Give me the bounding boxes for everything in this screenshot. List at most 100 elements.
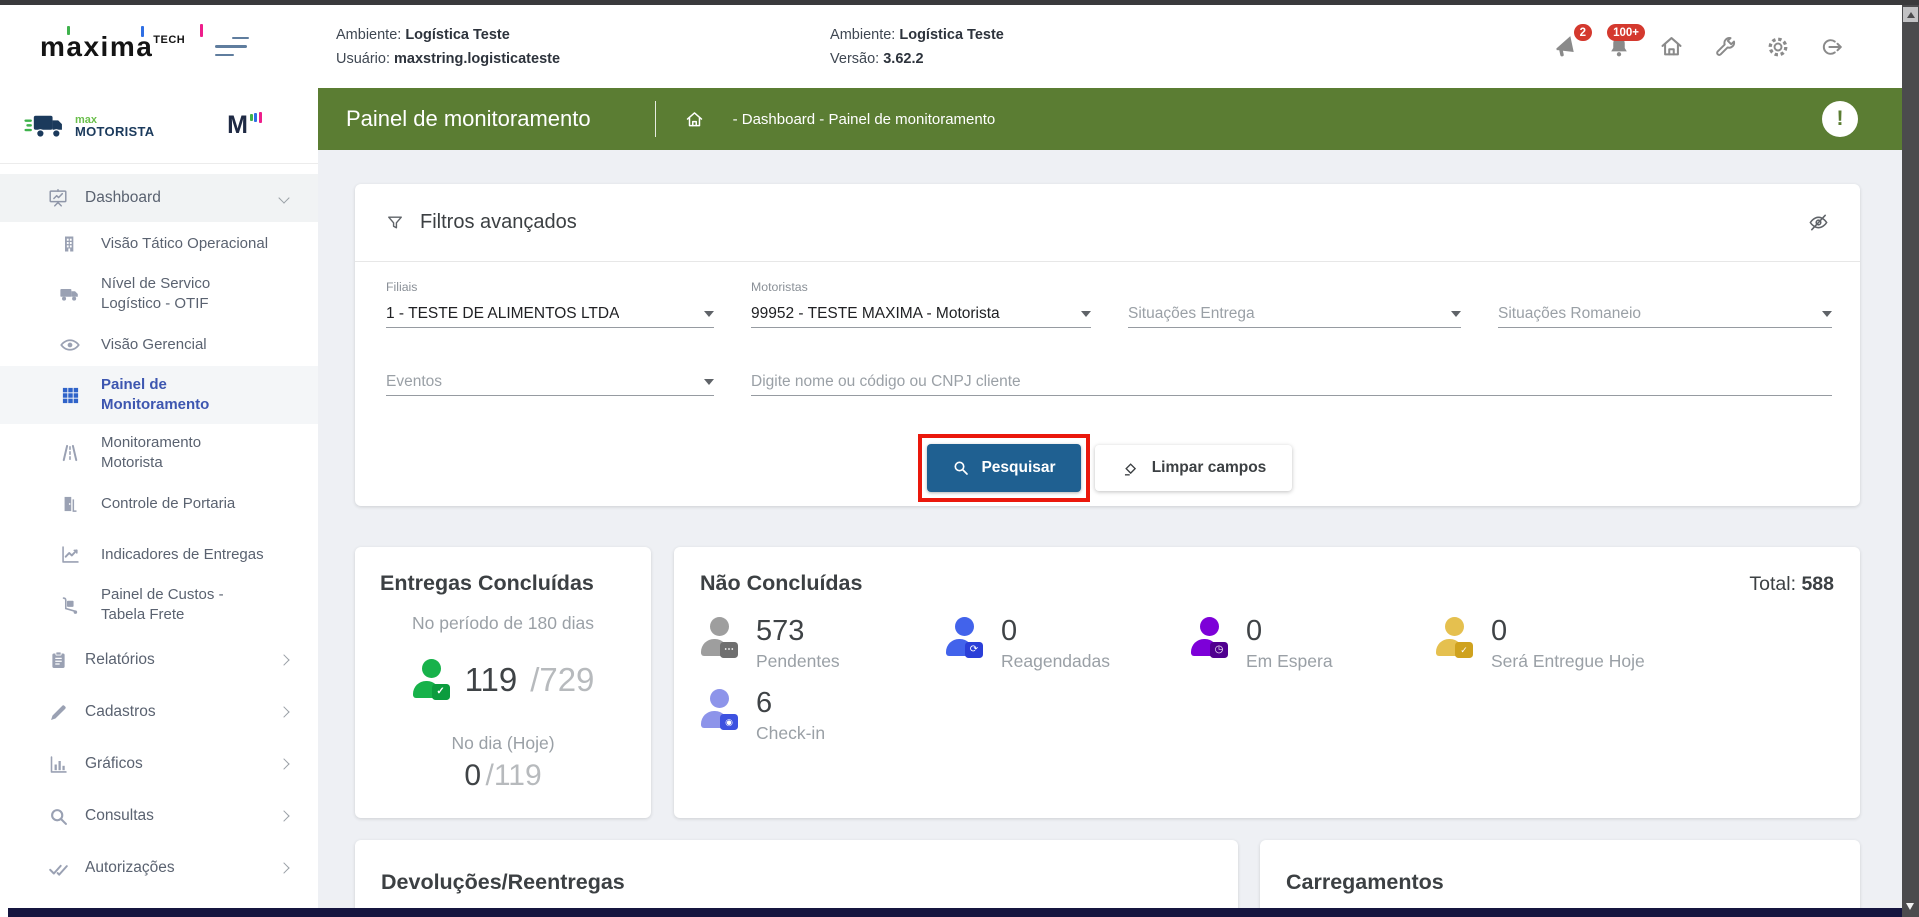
card-title: Não Concluídas bbox=[700, 571, 862, 596]
chevron-down-icon bbox=[1822, 311, 1832, 317]
announcements-icon[interactable]: 2 bbox=[1552, 33, 1579, 60]
vertical-scrollbar[interactable] bbox=[1902, 0, 1919, 917]
sidebar: max MOTORISTA M Dashboard Visão Tático O… bbox=[0, 88, 318, 917]
search-icon bbox=[46, 806, 70, 827]
filters-title: Filtros avançados bbox=[420, 211, 577, 234]
eraser-icon bbox=[1121, 459, 1140, 478]
filiais-label: Filiais bbox=[386, 280, 714, 296]
pencil-icon bbox=[46, 702, 70, 723]
sidebar-item-painel-custos[interactable]: Painel de Custos - Tabela Frete bbox=[0, 576, 318, 634]
scroll-up-arrow[interactable] bbox=[1903, 7, 1918, 22]
delivery-truck-icon bbox=[58, 283, 82, 305]
sidebar-item-relatorios[interactable]: Relatórios bbox=[0, 634, 318, 686]
today-label: No dia (Hoje) bbox=[355, 733, 651, 754]
notifications-bell-icon[interactable]: 100+ bbox=[1605, 33, 1632, 60]
person-wait-icon bbox=[1190, 616, 1230, 660]
clear-fields-button[interactable]: Limpar campos bbox=[1095, 445, 1292, 491]
double-check-icon bbox=[46, 858, 70, 879]
stat-pendentes: 573 Pendentes bbox=[700, 616, 945, 672]
dashboard-icon bbox=[46, 187, 70, 209]
sidebar-item-monitoramento-motorista[interactable]: Monitoramento Motorista bbox=[0, 424, 318, 482]
sidebar-item-controle-portaria[interactable]: Controle de Portaria bbox=[0, 482, 318, 525]
logo-tick-pink bbox=[200, 24, 203, 37]
eye-icon bbox=[58, 334, 82, 356]
person-pending-icon bbox=[700, 616, 740, 660]
env-label-2: Ambiente: bbox=[830, 27, 895, 43]
menu-toggle-icon[interactable] bbox=[215, 37, 249, 57]
env-value: Logística Teste bbox=[405, 27, 509, 43]
filter-cliente: Digite nome ou código ou CNPJ cliente bbox=[751, 368, 1832, 396]
scroll-down-arrow[interactable] bbox=[1906, 903, 1914, 910]
filiais-select[interactable]: 1 - TESTE DE ALIMENTOS LTDA bbox=[386, 300, 714, 328]
today-total: /119 bbox=[485, 759, 541, 792]
wrench-icon[interactable] bbox=[1711, 33, 1738, 60]
chevron-down-icon bbox=[278, 192, 289, 203]
door-icon bbox=[58, 494, 82, 514]
breadcrumb-home-icon[interactable] bbox=[684, 109, 705, 130]
bar-chart-icon bbox=[46, 754, 70, 775]
chevron-down-icon bbox=[1081, 311, 1091, 317]
person-check-icon bbox=[412, 658, 452, 702]
logo-zone: maxima TECH bbox=[0, 25, 318, 69]
motoristas-label: Motoristas bbox=[751, 280, 1091, 296]
sidebar-menu: Dashboard Visão Tático Operacional Nível… bbox=[0, 164, 318, 894]
chevron-right-icon bbox=[278, 810, 289, 821]
maxima-tech-logo: maxima TECH bbox=[40, 25, 185, 69]
page-title: Painel de monitoramento bbox=[346, 106, 591, 132]
hide-filters-icon[interactable] bbox=[1807, 211, 1830, 234]
env-label: Ambiente: bbox=[336, 27, 401, 43]
breadcrumb: - Dashboard - Painel de monitoramento bbox=[733, 111, 996, 128]
stat-sera-entregue-hoje: 0 Será Entregue Hoje bbox=[1435, 616, 1834, 672]
entregas-concluidas-card: Entregas Concluídas No período de 180 di… bbox=[355, 547, 651, 818]
gear-icon[interactable] bbox=[1764, 33, 1791, 60]
chevron-down-icon bbox=[704, 311, 714, 317]
sidebar-item-visao-tatico-operacional[interactable]: Visão Tático Operacional bbox=[0, 222, 318, 265]
situacoes-romaneio-select[interactable]: Situações Romaneio bbox=[1498, 300, 1832, 328]
logout-icon[interactable] bbox=[1817, 33, 1844, 60]
sidebar-item-indicadores-entregas[interactable]: Indicadores de Entregas bbox=[0, 533, 318, 576]
sidebar-item-nivel-servico-otif[interactable]: Nível de Servico Logístico - OTIF bbox=[0, 265, 318, 323]
truck-icon bbox=[24, 111, 68, 141]
road-icon bbox=[58, 443, 82, 463]
grid-icon bbox=[58, 386, 82, 405]
sidebar-item-autorizacoes[interactable]: Autorizações bbox=[0, 842, 318, 894]
alert-exclamation-icon[interactable]: ! bbox=[1822, 101, 1858, 137]
motoristas-select[interactable]: 99952 - TESTE MAXIMA - Motorista bbox=[751, 300, 1091, 328]
chevron-right-icon bbox=[278, 758, 289, 769]
main-content: Filtros avançados Filiais 1 - TESTE DE A… bbox=[318, 150, 1902, 917]
divider bbox=[655, 101, 656, 137]
stat-check-in: 6 Check-in bbox=[700, 688, 945, 744]
app-header: maxima TECH Ambiente: Logística Teste Us… bbox=[0, 5, 1902, 88]
sidebar-item-graficos[interactable]: Gráficos bbox=[0, 738, 318, 790]
sidebar-item-dashboard[interactable]: Dashboard bbox=[0, 174, 318, 222]
announcements-badge: 2 bbox=[1574, 24, 1592, 41]
stat-reagendadas: 0 Reagendadas bbox=[945, 616, 1190, 672]
search-icon bbox=[952, 459, 970, 477]
chevron-right-icon bbox=[278, 862, 289, 873]
home-icon[interactable] bbox=[1658, 33, 1685, 60]
cliente-input[interactable]: Digite nome ou código ou CNPJ cliente bbox=[751, 368, 1832, 396]
filter-situacoes-entrega: Situações Entrega bbox=[1128, 280, 1461, 328]
sidebar-item-consultas[interactable]: Consultas bbox=[0, 790, 318, 842]
m-mark-logo: M bbox=[227, 111, 262, 140]
eventos-select[interactable]: Eventos bbox=[386, 368, 714, 396]
filter-filiais: Filiais 1 - TESTE DE ALIMENTOS LTDA bbox=[386, 280, 714, 328]
search-button[interactable]: Pesquisar bbox=[927, 444, 1081, 492]
today-value: 0 bbox=[464, 759, 481, 792]
brand-suffix: TECH bbox=[153, 34, 185, 46]
sidebar-item-visao-gerencial[interactable]: Visão Gerencial bbox=[0, 323, 318, 366]
clipboard-icon bbox=[46, 650, 70, 671]
sidebar-item-painel-monitoramento[interactable]: Painel de Monitoramento bbox=[0, 366, 318, 424]
line-chart-icon bbox=[58, 544, 82, 565]
carregamentos-card: Carregamentos bbox=[1260, 840, 1860, 917]
logo-tick-blue bbox=[141, 26, 144, 37]
period-total: /729 bbox=[530, 661, 594, 699]
sidebar-item-cadastros[interactable]: Cadastros bbox=[0, 686, 318, 738]
version-info: Ambiente: Logística Teste Versão: 3.62.2 bbox=[830, 23, 1004, 71]
situacoes-entrega-select[interactable]: Situações Entrega bbox=[1128, 300, 1461, 328]
person-calendar-icon bbox=[1435, 616, 1475, 660]
devolucoes-reentregas-card: Devoluções/Reentregas bbox=[355, 840, 1238, 917]
person-reschedule-icon bbox=[945, 616, 985, 660]
bottom-edge-bar bbox=[8, 908, 1902, 917]
chevron-down-icon bbox=[704, 379, 714, 385]
